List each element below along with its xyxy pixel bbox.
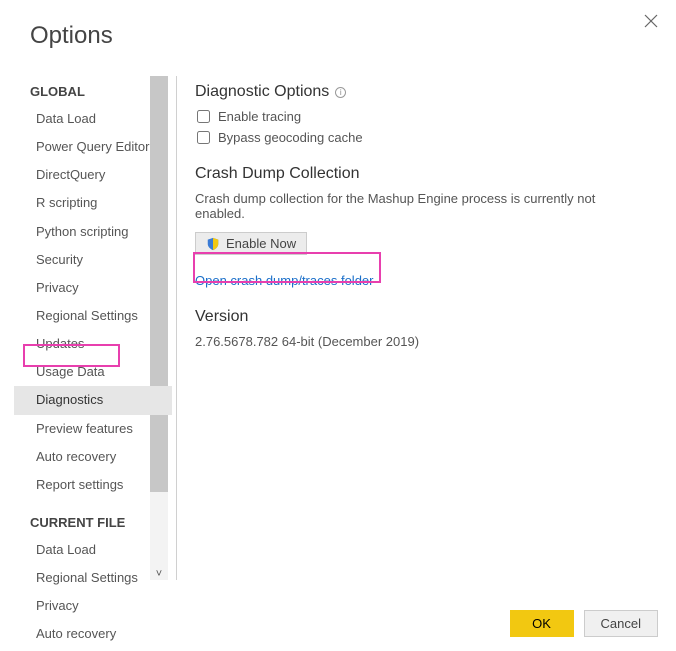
- sidebar-item-auto-recovery[interactable]: Auto recovery: [14, 620, 172, 648]
- diagnostic-options-heading: Diagnostic Options i: [195, 83, 648, 101]
- sidebar-section-global: GLOBAL: [14, 76, 172, 105]
- sidebar-item-regional-settings[interactable]: Regional Settings: [14, 564, 172, 592]
- enable-tracing-checkbox[interactable]: [197, 110, 210, 123]
- sidebar-item-security[interactable]: Security: [14, 246, 172, 274]
- sidebar-item-regional-settings[interactable]: Regional Settings: [14, 302, 172, 330]
- crash-dump-heading: Crash Dump Collection: [195, 165, 648, 183]
- divider: [176, 76, 177, 580]
- enable-now-label: Enable Now: [226, 236, 296, 251]
- dialog-footer: OK Cancel: [510, 610, 658, 637]
- close-icon[interactable]: [644, 14, 658, 28]
- sidebar-section-current-file: CURRENT FILE: [14, 507, 172, 536]
- sidebar-item-preview-features[interactable]: Preview features: [14, 415, 172, 443]
- sidebar: GLOBAL Data LoadPower Query EditorDirect…: [14, 76, 172, 580]
- sidebar-item-privacy[interactable]: Privacy: [14, 274, 172, 302]
- sidebar-item-privacy[interactable]: Privacy: [14, 592, 172, 620]
- bypass-geocoding-checkbox[interactable]: [197, 131, 210, 144]
- info-icon[interactable]: i: [335, 87, 346, 98]
- sidebar-item-r-scripting[interactable]: R scripting: [14, 189, 172, 217]
- sidebar-item-data-load[interactable]: Data Load: [14, 536, 172, 564]
- cancel-button[interactable]: Cancel: [584, 610, 658, 637]
- sidebar-item-usage-data[interactable]: Usage Data: [14, 358, 172, 386]
- version-heading: Version: [195, 308, 648, 326]
- version-text: 2.76.5678.782 64-bit (December 2019): [195, 334, 648, 349]
- sidebar-item-auto-recovery[interactable]: Auto recovery: [14, 443, 172, 471]
- enable-tracing-label[interactable]: Enable tracing: [218, 109, 301, 124]
- ok-button[interactable]: OK: [510, 610, 574, 637]
- open-crash-dump-folder-link[interactable]: Open crash dump/traces folder: [195, 273, 373, 288]
- sidebar-item-diagnostics[interactable]: Diagnostics: [14, 386, 172, 414]
- shield-icon: [206, 237, 220, 251]
- main-panel: Diagnostic Options i Enable tracing Bypa…: [195, 76, 648, 359]
- sidebar-item-report-settings[interactable]: Report settings: [14, 471, 172, 499]
- sidebar-item-updates[interactable]: Updates: [14, 330, 172, 358]
- heading-label: Diagnostic Options: [195, 83, 329, 101]
- enable-now-button[interactable]: Enable Now: [195, 232, 307, 255]
- sidebar-item-directquery[interactable]: DirectQuery: [14, 161, 172, 189]
- sidebar-item-data-load[interactable]: Data Load: [14, 105, 172, 133]
- crash-dump-description: Crash dump collection for the Mashup Eng…: [195, 191, 648, 221]
- sidebar-item-power-query-editor[interactable]: Power Query Editor: [14, 133, 172, 161]
- page-title: Options: [30, 22, 113, 50]
- bypass-geocoding-label[interactable]: Bypass geocoding cache: [218, 130, 363, 145]
- sidebar-item-python-scripting[interactable]: Python scripting: [14, 218, 172, 246]
